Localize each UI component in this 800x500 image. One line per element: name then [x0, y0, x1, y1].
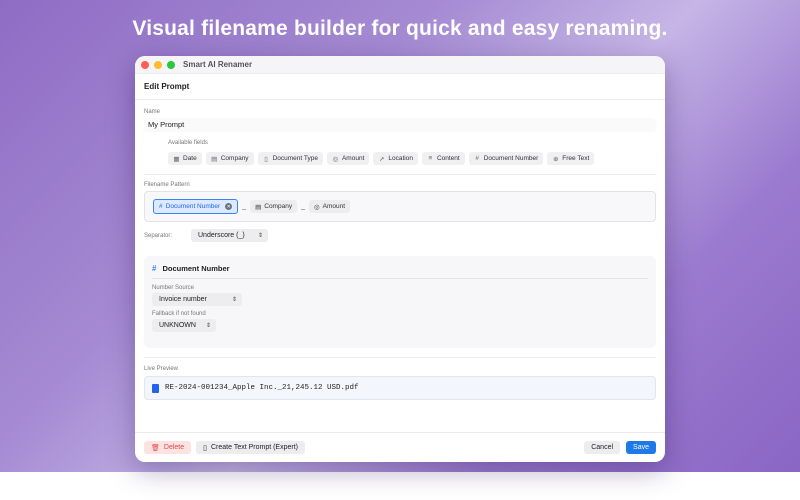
field-chip-date[interactable]: ▦ Date [168, 152, 202, 165]
field-chip-label: Document Number [483, 155, 539, 162]
field-chip-label: Content [436, 155, 460, 162]
marketing-headline: Visual filename builder for quick and ea… [132, 17, 668, 40]
close-window-button[interactable] [141, 60, 149, 69]
separator-label: Separator: [144, 232, 173, 239]
field-chip-label: Document Type [272, 155, 318, 162]
pattern-token-label: Document Number [165, 203, 221, 210]
token-detail-header: # Document Number [152, 264, 648, 279]
hash-icon: # [159, 203, 163, 210]
dialog-footer: 🗑 Delete ▯ Create Text Prompt (Expert) C… [135, 432, 665, 462]
file-icon [152, 383, 159, 393]
trash-icon: 🗑 [151, 444, 160, 452]
chevron-up-down-icon: ⇕ [257, 233, 263, 239]
create-expert-prompt-button[interactable]: ▯ Create Text Prompt (Expert) [196, 441, 305, 454]
field-chip-amount[interactable]: ◎ Amount [326, 152, 370, 165]
field-chip-free-text[interactable]: ⊕ Free Text [547, 152, 595, 165]
separator-select[interactable]: Underscore (_) ⇕ [191, 229, 268, 242]
live-preview-filename: RE-2024-001234_Apple Inc._21,245.12 USD.… [165, 384, 359, 392]
minimize-window-button[interactable] [154, 60, 162, 69]
page-title: Edit Prompt [135, 74, 665, 100]
plus-circle-icon: ⊕ [553, 155, 559, 163]
create-expert-prompt-label: Create Text Prompt (Expert) [210, 444, 298, 451]
divider [144, 174, 656, 175]
field-chip-label: Date [183, 155, 197, 162]
fallback-value: UNKNOWN [159, 322, 196, 329]
fallback-label: Fallback if not found [152, 311, 206, 317]
field-chip-document-type[interactable]: ▯ Document Type [257, 152, 323, 165]
field-chip-label: Company [220, 155, 249, 162]
pattern-token-label: Amount [322, 203, 346, 210]
text-lines-icon: ≡ [428, 155, 433, 162]
field-chip-label: Amount [341, 155, 365, 162]
zoom-window-button[interactable] [167, 60, 175, 69]
number-source-select[interactable]: Invoice number ⇕ [152, 293, 242, 306]
window-controls [141, 60, 175, 69]
pattern-token-document-number[interactable]: # Document Number ✕ [153, 199, 239, 214]
fallback-select[interactable]: UNKNOWN ⇕ [152, 319, 216, 332]
field-chip-label: Free Text [562, 155, 590, 162]
delete-button-label: Delete [163, 444, 185, 451]
building-icon: ▤ [211, 155, 218, 163]
field-chip-content[interactable]: ≡ Content [421, 152, 465, 165]
number-source-label: Number Source [152, 285, 195, 291]
field-chip-document-number[interactable]: # Document Number [468, 152, 544, 165]
location-arrow-icon: ➚ [379, 155, 385, 163]
pattern-separator: _ [242, 203, 247, 210]
title-bar: Smart AI Renamer [135, 56, 665, 74]
filename-pattern-builder[interactable]: # Document Number ✕ _ ▤ Company _ ◎ Amou… [144, 191, 656, 222]
available-fields-label: Available fields [168, 140, 208, 146]
app-title: Smart AI Renamer [183, 60, 253, 69]
pattern-token-amount[interactable]: ◎ Amount [308, 200, 351, 213]
chevron-up-down-icon: ⇕ [205, 323, 211, 329]
save-button[interactable]: Save [626, 441, 656, 454]
field-chip-company[interactable]: ▤ Company [205, 152, 254, 165]
building-icon: ▤ [255, 203, 262, 211]
pattern-token-label: Company [264, 203, 293, 210]
divider [144, 357, 656, 358]
hash-icon: # [475, 155, 480, 162]
pattern-token-company[interactable]: ▤ Company [250, 200, 298, 213]
live-preview-box: RE-2024-001234_Apple Inc._21,245.12 USD.… [144, 376, 656, 400]
name-label: Name [144, 109, 161, 115]
currency-icon: ◎ [332, 155, 339, 163]
token-detail-title: Document Number [162, 264, 230, 273]
app-window: Smart AI Renamer Edit Prompt Name My Pro… [135, 56, 665, 462]
field-chip-location[interactable]: ➚ Location [373, 152, 418, 165]
live-preview-label: Live Preview [144, 366, 179, 372]
chevron-up-down-icon: ⇕ [231, 297, 237, 303]
delete-button[interactable]: 🗑 Delete [144, 441, 192, 454]
name-input[interactable]: My Prompt [144, 118, 656, 132]
currency-icon: ◎ [313, 203, 320, 211]
filename-pattern-label: Filename Pattern [144, 182, 190, 188]
number-source-value: Invoice number [159, 296, 207, 303]
available-fields-list: ▦ Date ▤ Company ▯ Document Type ◎ Amoun… [168, 152, 656, 165]
cancel-button[interactable]: Cancel [584, 441, 621, 454]
document-icon: ▯ [264, 155, 268, 163]
field-chip-label: Location [388, 155, 413, 162]
hash-icon: # [152, 264, 157, 273]
document-icon: ▯ [203, 444, 207, 452]
pattern-separator: _ [301, 203, 305, 210]
separator-value: Underscore (_) [198, 232, 245, 239]
remove-token-icon[interactable]: ✕ [225, 203, 233, 210]
token-detail-panel: # Document Number Number Source Invoice … [144, 256, 656, 348]
calendar-icon: ▦ [173, 155, 180, 163]
